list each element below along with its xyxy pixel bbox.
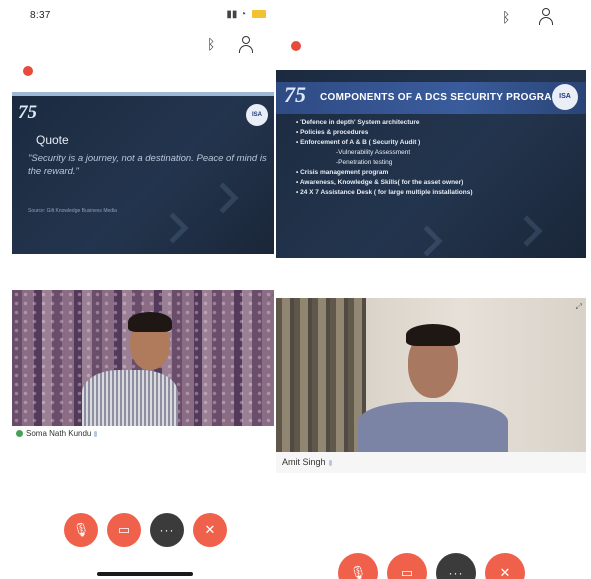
participant-video-tile[interactable]: ⤢ Soma Nath Kundu xyxy=(12,290,276,442)
more-icon: ··· xyxy=(159,523,175,537)
slide-bullet: • 24 X 7 Assistance Desk ( for large mul… xyxy=(296,189,473,196)
participants-icon[interactable] xyxy=(238,36,254,54)
mute-button[interactable]: 🎙 xyxy=(64,513,98,547)
shared-slide-components: 75 COMPONENTS OF A DCS SECURITY PROGRAM … xyxy=(276,70,586,258)
bluetooth-icon[interactable]: ᛒ xyxy=(502,9,510,25)
mic-icon xyxy=(94,431,98,437)
status-time: 8:37 xyxy=(30,10,51,21)
video-toggle-button[interactable]: ▭ xyxy=(387,553,427,579)
end-call-button[interactable]: ✕ xyxy=(193,513,227,547)
more-icon: ··· xyxy=(448,566,464,579)
video-off-icon: ▭ xyxy=(400,565,414,579)
slide-sub-bullet: -Vulnerability Assessment xyxy=(336,149,411,156)
slide-bullet: • 'Defence in depth' System architecture xyxy=(296,119,420,126)
slide-heading: Quote xyxy=(36,133,69,147)
decor-chevron-icon xyxy=(157,212,189,244)
end-call-icon: ✕ xyxy=(204,522,216,537)
bluetooth-icon[interactable]: ᛒ xyxy=(207,36,215,52)
wifi-icon: ◔ xyxy=(240,9,247,20)
expand-icon[interactable]: ⤢ xyxy=(576,302,582,312)
slide-title: COMPONENTS OF A DCS SECURITY PROGRAM xyxy=(320,92,561,103)
shared-slide-quote: 75 ISA Quote "Security is a journey, not… xyxy=(12,92,276,254)
call-header: ᛒ xyxy=(0,32,278,58)
mic-off-icon: 🎙 xyxy=(349,565,367,579)
slide-bullet: • Policies & procedures xyxy=(296,129,369,136)
isa-logo-icon: ISA xyxy=(552,84,578,110)
isa-logo-icon: ISA xyxy=(246,104,268,126)
logo-75-icon: 75 xyxy=(18,102,37,123)
participants-icon[interactable] xyxy=(538,8,554,26)
participant-video-tile[interactable]: ⤢ Amit Singh xyxy=(276,298,586,473)
slide-bullet: • Crisis management program xyxy=(296,169,389,176)
slide-bullets: • 'Defence in depth' System architecture… xyxy=(296,118,473,198)
status-bar: 8:37 ▮▮ ◔ xyxy=(0,0,278,30)
more-button[interactable]: ··· xyxy=(150,513,184,547)
more-button[interactable]: ··· xyxy=(436,553,476,579)
slide-quote: "Security is a journey, not a destinatio… xyxy=(28,153,267,177)
screen: 8:37 ▮▮ ◔ ᛒ 75 ISA Quote "Security is a … xyxy=(0,0,591,579)
battery-icon xyxy=(252,10,266,19)
slide-source: Source: Gilt Knowledge Business Media xyxy=(28,208,117,214)
video-toggle-button[interactable]: ▭ xyxy=(107,513,141,547)
decor-chevron-icon xyxy=(511,215,543,247)
participant-name: Amit Singh xyxy=(282,457,332,467)
logo-75-icon: 75 xyxy=(284,82,306,107)
signal-icon: ▮▮ xyxy=(226,9,238,20)
decor-chevron-icon xyxy=(207,182,239,214)
right-phone: ᛒ 75 COMPONENTS OF A DCS SECURITY PROGRA… xyxy=(274,0,591,579)
slide-topline xyxy=(12,92,276,96)
mute-button[interactable]: 🎙 xyxy=(338,553,378,579)
participant-name: Soma Nath Kundu xyxy=(16,429,98,438)
mic-icon xyxy=(328,460,332,466)
decor-chevron-icon xyxy=(411,225,443,257)
left-phone: 8:37 ▮▮ ◔ ᛒ 75 ISA Quote "Security is a … xyxy=(0,0,278,579)
name-strip: Amit Singh xyxy=(276,452,586,473)
slide-bullet: • Enforcement of A & B ( Security Audit … xyxy=(296,139,421,146)
slide-bullet: • Awareness, Knowledge & Skills( for the… xyxy=(296,179,464,186)
end-call-icon: ✕ xyxy=(499,565,511,579)
slide-sub-bullet: -Penetration testing xyxy=(336,159,393,166)
mic-off-icon: 🎙 xyxy=(72,522,90,537)
host-icon xyxy=(16,430,23,437)
record-icon xyxy=(291,41,301,51)
record-icon xyxy=(23,66,33,76)
video-off-icon: ▭ xyxy=(117,522,131,537)
background-shelf xyxy=(276,298,366,452)
end-call-button[interactable]: ✕ xyxy=(485,553,525,579)
home-indicator xyxy=(97,572,193,576)
status-icons: ▮▮ ◔ xyxy=(226,9,266,20)
